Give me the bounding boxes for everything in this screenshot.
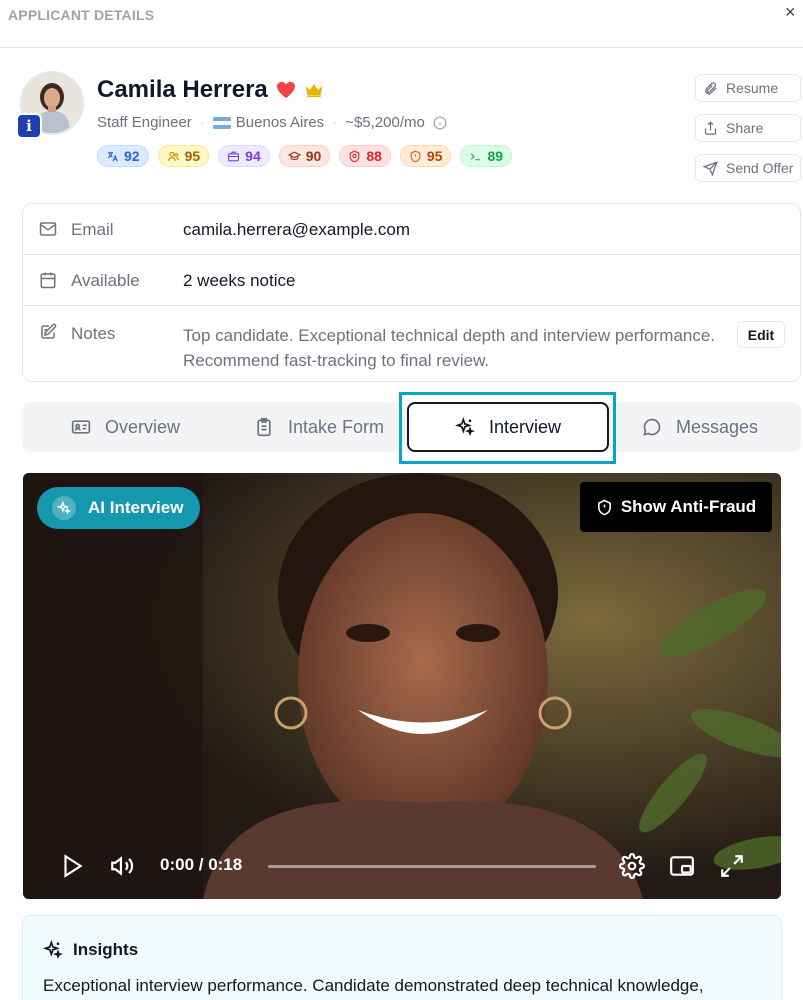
picture-in-picture-icon[interactable] (669, 853, 695, 879)
paperclip-icon (705, 81, 717, 94)
ai-interview-badge[interactable]: AI Interview (37, 487, 201, 529)
fullscreen-icon[interactable] (719, 853, 745, 879)
language-icon (107, 151, 118, 162)
play-icon[interactable] (59, 853, 85, 879)
terminal-icon (471, 152, 481, 160)
notes-row: Notes Top candidate. Exceptional technic… (23, 306, 800, 381)
send-offer-button[interactable]: Send Offer (695, 154, 801, 182)
avatar-container: i (16, 71, 84, 139)
shield-alert-icon (597, 499, 611, 515)
name-row: Camila Herrera (97, 76, 324, 104)
shield-badge-icon (349, 149, 360, 162)
score-pill-experience[interactable]: 94 (218, 145, 270, 167)
briefcase-icon (228, 151, 240, 161)
share-button[interactable]: Share (695, 114, 801, 142)
profile-actions: Resume Share Send Offer (695, 74, 801, 182)
users-icon (167, 151, 179, 161)
video-timestamp: 0:00 / 0:18 (160, 855, 243, 874)
applicant-meta: Staff Engineer · Buenos Aires · ~$5,200/… (97, 114, 447, 131)
applicant-salary: ~$5,200/mo (345, 114, 425, 131)
email-label: Email (71, 220, 114, 239)
calendar-icon (40, 272, 56, 289)
available-value: 2 weeks notice (183, 271, 296, 290)
applicant-location: Buenos Aires (212, 114, 324, 131)
available-row: Available 2 weeks notice (23, 255, 800, 306)
crown-icon (305, 84, 323, 98)
clipboard-icon (257, 417, 271, 437)
insights-text: Exceptional interview performance. Candi… (43, 976, 704, 995)
settings-icon[interactable] (619, 853, 645, 879)
mail-icon (39, 222, 57, 236)
score-pill-integrity[interactable]: 95 (399, 145, 452, 167)
tab-overview[interactable]: Overview (71, 402, 180, 452)
message-circle-icon (643, 418, 661, 436)
insights-header: Insights (43, 940, 138, 960)
score-pill-technical[interactable]: 89 (460, 145, 513, 167)
volume-icon[interactable] (109, 853, 135, 879)
email-row: Email camila.herrera@example.com (23, 204, 800, 255)
video-progress-bar[interactable] (268, 865, 596, 868)
send-icon (703, 160, 718, 176)
notes-edit-icon (41, 323, 57, 339)
tab-messages[interactable]: Messages (642, 402, 758, 452)
video-controls: 0:00 / 0:18 (23, 839, 781, 899)
applicant-role: Staff Engineer (97, 114, 192, 131)
info-icon[interactable] (433, 116, 447, 130)
panel-header: APPLICANT DETAILS × (0, 0, 803, 48)
close-icon[interactable]: × (785, 2, 803, 24)
edit-notes-button[interactable]: Edit (737, 321, 785, 348)
available-label: Available (71, 271, 140, 290)
video-frame (23, 473, 781, 899)
argentina-flag-icon (212, 117, 231, 130)
shield-alert-icon (410, 149, 421, 162)
share-icon (704, 120, 717, 135)
sparkles-icon (43, 940, 63, 960)
panel-title: APPLICANT DETAILS (8, 7, 155, 23)
info-badge-icon[interactable]: i (16, 113, 42, 139)
insights-card: Insights Exceptional interview performan… (22, 915, 782, 1000)
heart-icon[interactable] (276, 81, 296, 99)
id-card-icon (71, 420, 91, 434)
insights-title: Insights (73, 940, 139, 959)
score-pill-education[interactable]: 90 (278, 145, 331, 167)
graduation-cap-icon (287, 151, 301, 160)
notes-value: Top candidate. Exceptional technical dep… (183, 326, 716, 370)
score-pill-language[interactable]: 92 (97, 145, 149, 167)
email-value[interactable]: camila.herrera@example.com (183, 220, 410, 240)
score-pill-users[interactable]: 95 (157, 145, 210, 167)
details-card: Email camila.herrera@example.com Availab… (22, 203, 801, 382)
tab-intake-form[interactable]: Intake Form (254, 402, 384, 452)
tab-focus-highlight (399, 392, 616, 464)
show-anti-fraud-button[interactable]: Show Anti-Fraud (580, 482, 772, 532)
applicant-name: Camila Herrera (97, 76, 268, 103)
notes-label: Notes (71, 324, 116, 343)
score-pill-security[interactable]: 88 (339, 145, 391, 167)
interview-video-player[interactable]: AI Interview Show Anti-Fraud 0:00 / 0:18 (23, 473, 781, 899)
resume-button[interactable]: Resume (695, 74, 801, 102)
sparkles-icon (52, 496, 76, 520)
score-pills: 92 95 94 90 88 95 89 (97, 145, 513, 167)
